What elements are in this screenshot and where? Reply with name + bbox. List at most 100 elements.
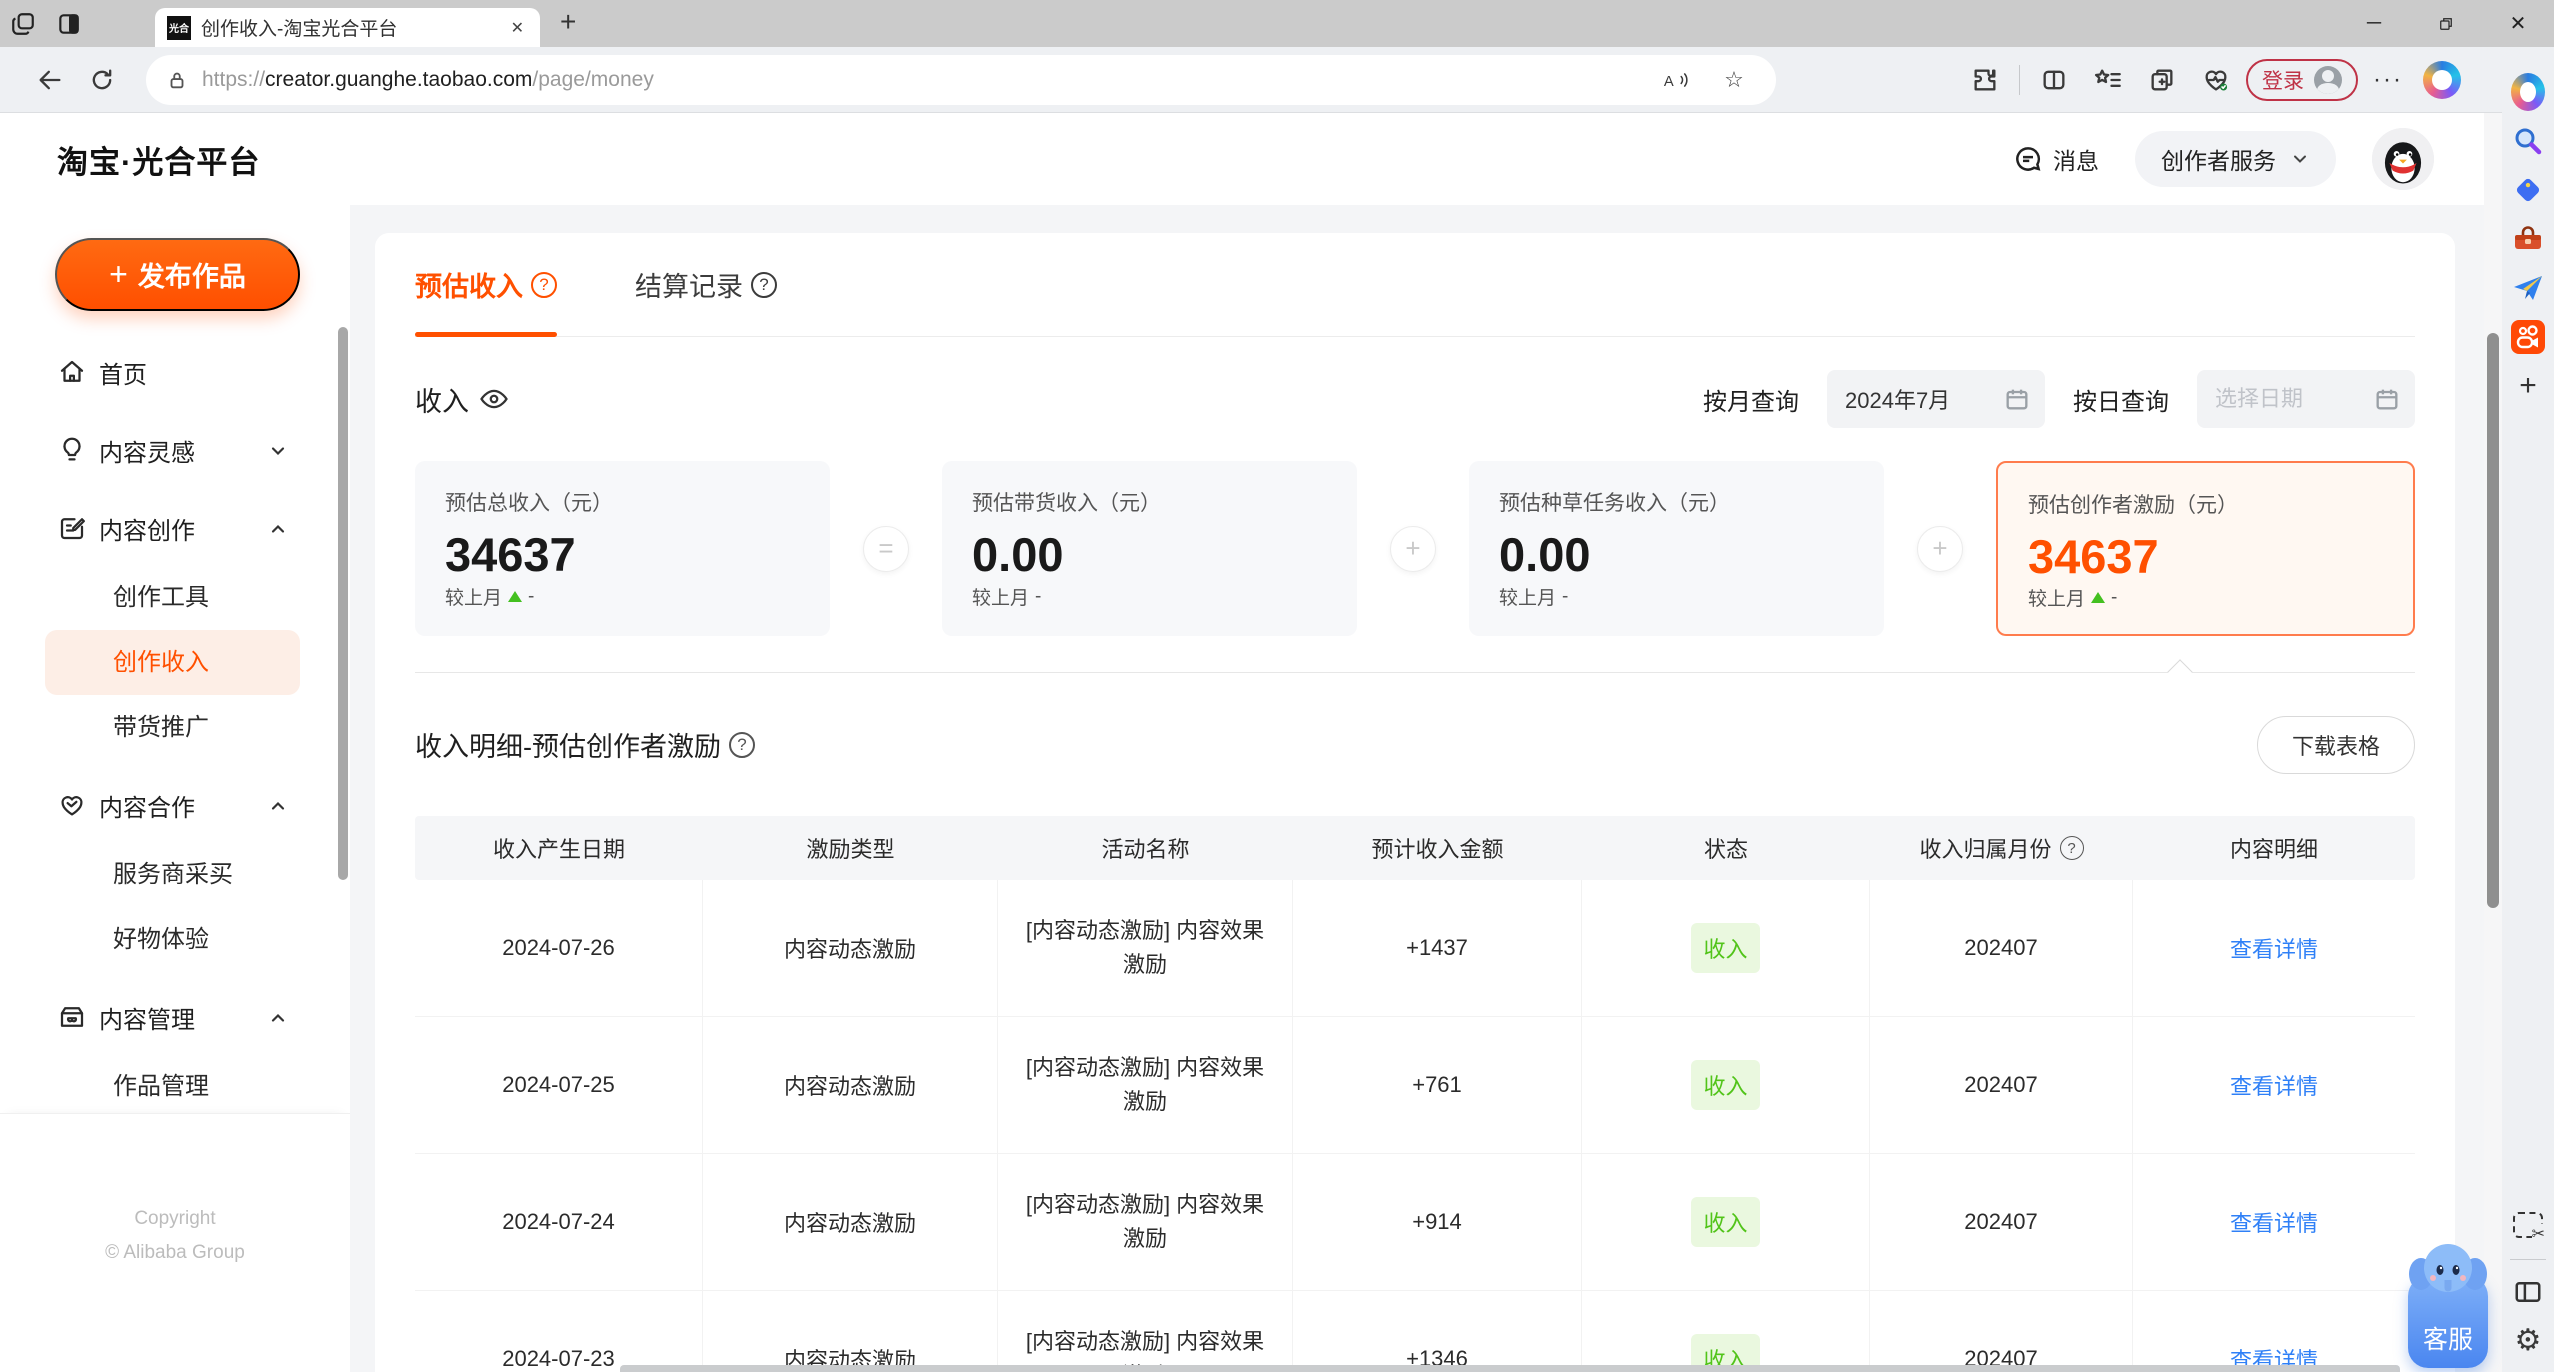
tab-title: 创作收入-淘宝光合平台 xyxy=(201,19,398,40)
heart-hands-icon xyxy=(61,796,83,816)
sidebar-item-management[interactable]: 内容管理 xyxy=(0,980,350,1054)
operator-plus: + xyxy=(1884,461,1996,636)
box-icon xyxy=(60,1007,84,1027)
card-total-income[interactable]: 预估总收入（元） 34637 较上月 - xyxy=(415,461,830,636)
detail-header-row: 收入明细-预估创作者激励 ? 下载表格 xyxy=(415,673,2415,816)
sidebar-toggle-icon[interactable] xyxy=(2511,1275,2545,1309)
help-icon[interactable]: ? xyxy=(729,731,755,758)
sidebar-item-promotion[interactable]: 带货推广 xyxy=(0,695,350,760)
sign-in-button[interactable]: 登录 xyxy=(2246,58,2358,101)
svg-text:A: A xyxy=(1664,74,1674,90)
new-tab-button[interactable]: + xyxy=(560,6,576,38)
sidebar-item-home[interactable]: 首页 xyxy=(0,335,350,409)
section-divider xyxy=(415,659,2415,685)
copilot-icon[interactable] xyxy=(2418,54,2466,106)
sidebar-item-works-management[interactable]: 作品管理 xyxy=(0,1054,350,1119)
browser-toolbar: https://creator.guanghe.taobao.com/page/… xyxy=(0,47,2554,113)
browser-titlebar: 光合 创作收入-淘宝光合平台 ✕ + ─ ✕ xyxy=(0,0,2554,47)
sidebar-item-product-trial[interactable]: 好物体验 xyxy=(0,907,350,972)
message-bubble-icon xyxy=(2016,147,2041,171)
split-screen-icon[interactable] xyxy=(2030,54,2078,106)
eye-icon[interactable] xyxy=(479,384,509,414)
tab-close-icon[interactable]: ✕ xyxy=(507,18,528,38)
income-cards: 预估总收入（元） 34637 较上月 - = 预估带货收入（元） 0.00 较上… xyxy=(415,461,2415,636)
avatar[interactable] xyxy=(2372,128,2434,190)
address-bar[interactable]: https://creator.guanghe.taobao.com/page/… xyxy=(146,54,1776,105)
restore-button[interactable] xyxy=(2410,0,2482,47)
sidebar-item-service-purchase[interactable]: 服务商采买 xyxy=(0,842,350,907)
card-seeding-task-income[interactable]: 预估种草任务收入（元） 0.00 较上月 - xyxy=(1469,461,1884,636)
panel-tabs: 预估收入 ? 结算记录 ? xyxy=(415,233,2415,337)
operator-equals: = xyxy=(830,461,942,636)
minimize-button[interactable]: ─ xyxy=(2338,0,2410,47)
help-icon[interactable]: ? xyxy=(751,271,777,298)
page-scrollbar[interactable] xyxy=(2484,113,2502,1372)
up-arrow-icon xyxy=(508,591,523,602)
help-icon[interactable]: ? xyxy=(2059,836,2084,860)
toolbox-icon[interactable] xyxy=(2511,222,2545,256)
shopping-tag-icon[interactable] xyxy=(2511,173,2545,207)
browser-essentials-icon[interactable] xyxy=(2192,54,2240,106)
tab-layers-icon[interactable] xyxy=(0,4,46,44)
sidebar-item-cooperation[interactable]: 内容合作 xyxy=(0,768,350,842)
settings-more-icon[interactable]: ··· xyxy=(2364,54,2412,106)
card-creator-incentive[interactable]: 预估创作者激励（元） 34637 较上月 - xyxy=(1996,461,2415,636)
chevron-down-icon xyxy=(2294,155,2306,163)
card-sales-income[interactable]: 预估带货收入（元） 0.00 较上月 - xyxy=(942,461,1357,636)
refresh-button[interactable] xyxy=(76,54,128,106)
plus-icon: + xyxy=(109,256,128,292)
sidebar-item-creation-tools[interactable]: 创作工具 xyxy=(0,565,350,630)
sidebar-item-creation[interactable]: 内容创作 xyxy=(0,491,350,565)
calendar-icon xyxy=(2376,389,2398,410)
sidebar-scrollbar[interactable] xyxy=(338,327,348,880)
copyright-text: Copyright © Alibaba Group xyxy=(105,1208,245,1263)
calendar-icon xyxy=(2006,389,2028,410)
chevron-up-icon xyxy=(268,1007,288,1027)
publish-button[interactable]: + 发布作品 xyxy=(55,238,300,311)
horizontal-scrollbar[interactable] xyxy=(620,1365,2400,1372)
site-logo[interactable]: 淘宝·光合平台 xyxy=(57,137,260,182)
browser-window: 光合 创作收入-淘宝光合平台 ✕ + ─ ✕ https://creator.g… xyxy=(0,0,2554,1372)
view-details-link[interactable]: 查看详情 xyxy=(2230,1069,2318,1101)
filters-row: 收入 按月查询 按日查询 xyxy=(415,337,2415,461)
table-row: 2024-07-26 内容动态激励 [内容动态激励] 内容效果激励 +1437 … xyxy=(415,880,2415,1017)
sidebar-item-inspiration[interactable]: 内容灵感 xyxy=(0,413,350,487)
add-sidebar-item-icon[interactable]: + xyxy=(2511,369,2545,403)
month-query-label: 按月查询 xyxy=(1703,388,1799,416)
close-button[interactable]: ✕ xyxy=(2482,0,2554,47)
edge-sidebar: + ✂ ⚙ xyxy=(2502,47,2554,1372)
tab-settlement-records[interactable]: 结算记录 ? xyxy=(635,233,777,336)
search-icon[interactable] xyxy=(2511,124,2545,158)
read-aloud-icon[interactable]: A xyxy=(1654,58,1698,102)
tab-estimated-income[interactable]: 预估收入 ? xyxy=(415,233,557,337)
customer-support-button[interactable]: 客服 xyxy=(2406,1236,2490,1368)
settings-gear-icon[interactable]: ⚙ xyxy=(2511,1324,2545,1358)
profile-icon xyxy=(2314,65,2342,94)
day-query-input-wrap xyxy=(2197,370,2415,428)
collections-icon[interactable] xyxy=(2138,54,2186,106)
favorite-star-icon[interactable]: ☆ xyxy=(1712,58,1756,102)
toolbar-right-cluster: 登录 ··· xyxy=(1961,54,2466,106)
operator-plus: + xyxy=(1357,461,1469,636)
kuaishou-icon[interactable] xyxy=(2511,320,2545,354)
creator-service-menu[interactable]: 创作者服务 xyxy=(2135,131,2336,187)
messages-button[interactable]: 消息 xyxy=(2013,142,2099,176)
lock-icon xyxy=(170,72,184,88)
copilot-sidebar-icon[interactable] xyxy=(2511,73,2545,111)
paper-plane-icon[interactable] xyxy=(2511,271,2545,305)
chevron-up-icon xyxy=(268,795,288,815)
back-button[interactable] xyxy=(24,54,76,106)
screenshot-icon[interactable]: ✂ xyxy=(2511,1210,2545,1244)
extensions-icon[interactable] xyxy=(1961,54,2009,106)
elephant-mascot-icon xyxy=(2409,1244,2487,1292)
view-details-link[interactable]: 查看详情 xyxy=(2230,932,2318,964)
favorites-list-icon[interactable] xyxy=(2084,54,2132,106)
help-icon[interactable]: ? xyxy=(531,271,557,298)
browser-tab[interactable]: 光合 创作收入-淘宝光合平台 ✕ xyxy=(155,8,540,47)
sidebar-menu: 首页 内容灵感 内容创作 创作工具 创作收入 带货推广 内容合作 服务商采买 好… xyxy=(0,335,350,1119)
download-table-button[interactable]: 下载表格 xyxy=(2256,715,2415,774)
sidebar-item-creation-income[interactable]: 创作收入 xyxy=(45,630,300,695)
view-details-link[interactable]: 查看详情 xyxy=(2230,1206,2318,1238)
workspaces-icon[interactable] xyxy=(46,4,92,44)
status-badge: 收入 xyxy=(1691,1060,1760,1110)
